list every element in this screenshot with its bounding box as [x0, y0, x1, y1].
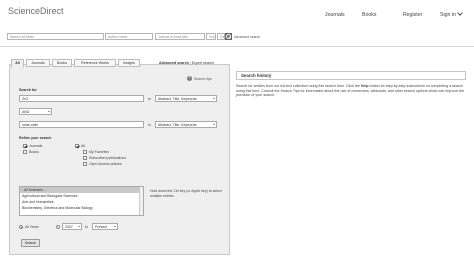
chevron-down-icon: [457, 10, 463, 16]
refine-search-label: Refine your search: [19, 136, 52, 140]
sciencedirect-logo[interactable]: ScienceDirect: [8, 6, 64, 16]
header-divider: [0, 46, 474, 47]
quick-search-author[interactable]: Author name: [105, 33, 153, 40]
year-range-radio[interactable]: [56, 225, 60, 229]
search-term-1-input[interactable]: ZrO: [19, 95, 144, 102]
my-favorites-checkbox[interactable]: [83, 150, 87, 154]
my-favorites-label: My Favorites: [89, 150, 110, 154]
operator-select-value: AND: [22, 110, 30, 114]
expert-search-link[interactable]: Expert search: [192, 61, 214, 65]
list-item[interactable]: Biochemistry, Genetics and Molecular Bio…: [20, 205, 143, 211]
tab-images[interactable]: Images: [118, 59, 140, 67]
quick-search-volume[interactable]: Volume: [206, 33, 216, 40]
year-from-select[interactable]: 2007: [62, 223, 82, 230]
open-access-checkbox[interactable]: [83, 162, 87, 166]
year-to-word: to: [85, 225, 88, 229]
tab-journals[interactable]: Journals: [26, 59, 50, 67]
search-history-title: Search history: [241, 73, 272, 78]
search-mode-links: Advanced search | Expert search: [159, 61, 214, 65]
dropdown-arrow-icon: [77, 226, 80, 228]
subject-listbox[interactable]: - All Sciences - Agricultural and Biolog…: [19, 186, 144, 216]
history-desc-part-1: Search for articles from our full-text c…: [236, 84, 361, 88]
open-access-label: Open Access articles: [89, 162, 122, 166]
search-history-description: Search for articles from our full-text c…: [236, 84, 467, 98]
tab-all[interactable]: All: [11, 59, 24, 68]
journals-checkbox[interactable]: [23, 144, 27, 148]
quick-search-page[interactable]: Page: [217, 33, 225, 40]
in-label-2: in: [148, 123, 151, 127]
all-checkbox[interactable]: [75, 144, 79, 148]
tab-reference-works[interactable]: Reference Works: [74, 59, 116, 67]
year-to-select[interactable]: Present: [92, 223, 118, 230]
subscribed-label: Subscribed publications: [89, 156, 126, 160]
in-label-1: in: [148, 97, 151, 101]
search-button[interactable]: Search: [21, 239, 40, 247]
nav-sign-in[interactable]: Sign in: [440, 10, 463, 18]
nav-sign-in-label: Sign in: [440, 12, 456, 18]
subscribed-checkbox[interactable]: [83, 156, 87, 160]
journals-checkbox-label: Journals: [29, 144, 43, 148]
mode-separator: |: [189, 61, 191, 65]
field-select-2-value: Abstract, Title, Keywords: [158, 123, 197, 127]
field-select-2[interactable]: Abstract, Title, Keywords: [155, 121, 217, 128]
search-for-label: Search for: [19, 88, 37, 92]
help-icon[interactable]: ?: [187, 76, 192, 81]
field-select-1[interactable]: Abstract, Title, Keywords: [155, 95, 217, 102]
quick-search-all-fields[interactable]: Search all fields: [7, 33, 104, 40]
all-years-radio[interactable]: [19, 225, 23, 229]
advanced-search-link[interactable]: Advanced search: [234, 35, 260, 39]
dropdown-arrow-icon: [113, 226, 116, 228]
books-checkbox[interactable]: [23, 150, 27, 154]
dropdown-arrow-icon: [47, 111, 50, 113]
advanced-search-mode[interactable]: Advanced search: [159, 61, 189, 65]
tab-books[interactable]: Books: [52, 59, 72, 67]
search-tips-link[interactable]: Search tips: [194, 77, 212, 81]
dropdown-arrow-icon: [212, 124, 215, 126]
all-checkbox-label: All: [81, 144, 85, 148]
nav-books[interactable]: Books: [362, 12, 376, 18]
quick-search-button[interactable]: [225, 33, 232, 40]
dropdown-arrow-icon: [212, 98, 215, 100]
year-to-value: Present: [95, 225, 108, 229]
all-years-label: All Years: [25, 225, 39, 229]
ctrl-key-hint: Hold down the Ctrl key (or Apple key) to…: [150, 189, 222, 198]
quick-search-journal[interactable]: Journal or book title: [155, 33, 205, 40]
year-from-value: 2007: [65, 225, 73, 229]
help-link[interactable]: Help: [361, 84, 369, 88]
field-select-1-value: Abstract, Title, Keywords: [158, 97, 197, 101]
nav-register[interactable]: Register: [403, 12, 422, 18]
listbox-scrollbar[interactable]: [139, 187, 143, 215]
books-checkbox-label: Books: [29, 150, 39, 154]
search-term-2-input[interactable]: solar cells: [19, 121, 144, 128]
operator-select[interactable]: AND: [19, 108, 52, 115]
nav-journals[interactable]: Journals: [325, 12, 345, 18]
